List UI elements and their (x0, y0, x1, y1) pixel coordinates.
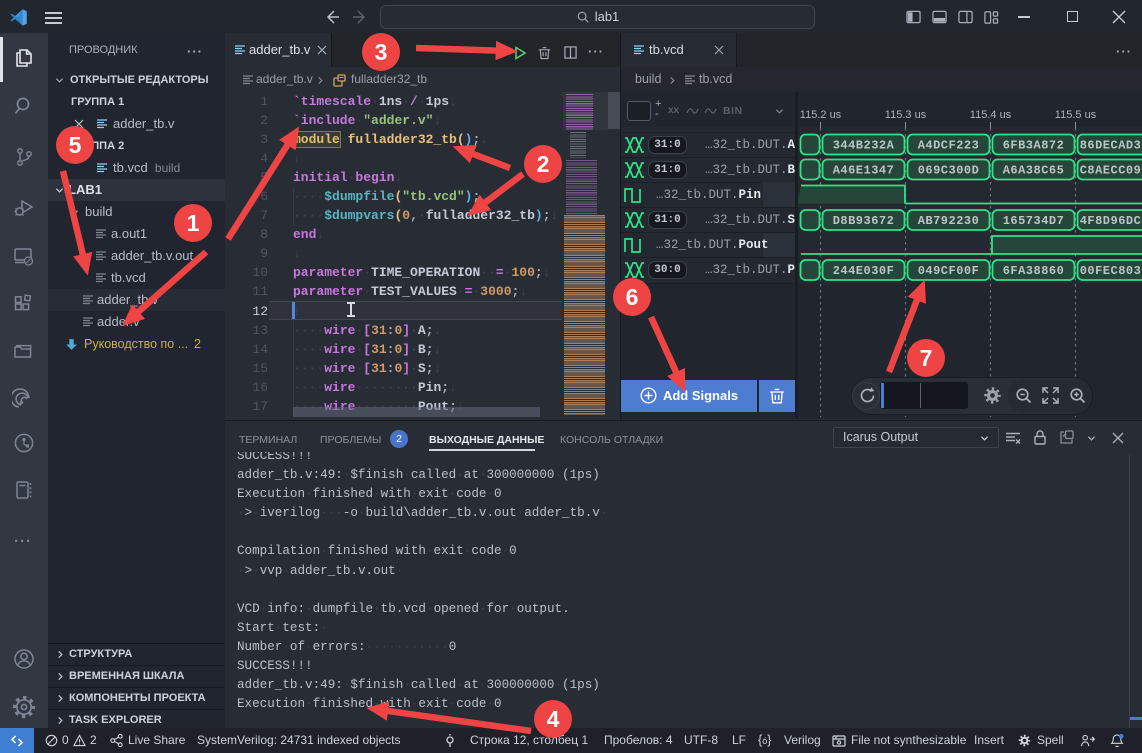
svg-text:3: 3 (375, 39, 388, 65)
svg-text:2: 2 (537, 151, 550, 177)
svg-text:6: 6 (626, 284, 639, 310)
svg-text:1: 1 (187, 210, 200, 236)
svg-text:4: 4 (547, 706, 560, 732)
svg-text:7: 7 (920, 345, 933, 371)
svg-text:5: 5 (69, 132, 82, 158)
